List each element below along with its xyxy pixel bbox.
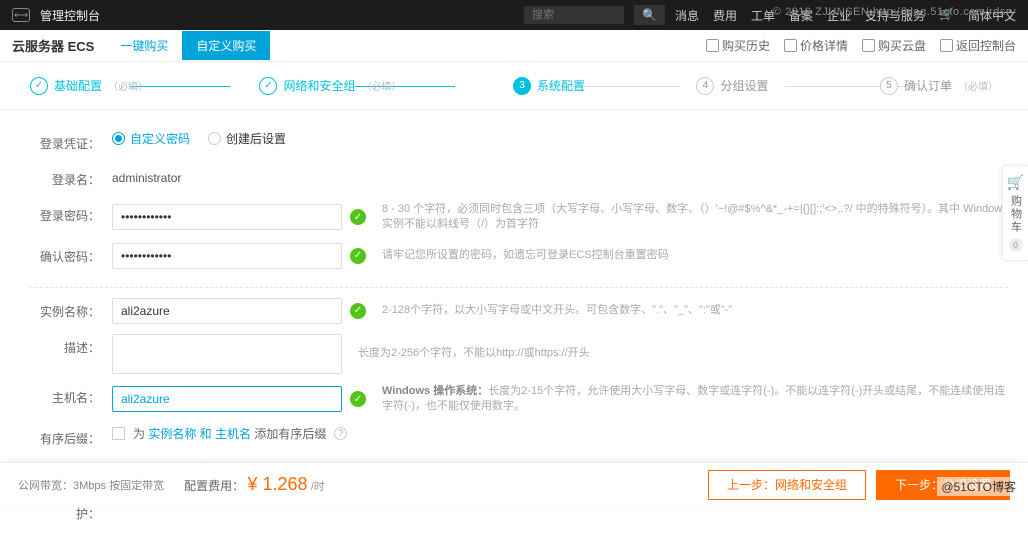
label-desc: 描述： [30,334,100,356]
console-title: 管理控制台 [40,7,100,24]
search-input[interactable] [524,6,624,24]
history-icon [706,39,719,52]
cart-badge: 0 [1009,238,1023,252]
suffix-checkbox[interactable] [112,427,125,440]
label-confirm: 确认密码： [30,243,100,265]
nav-backup[interactable]: 备案 [789,7,813,24]
check-icon [350,391,366,407]
suffix-link[interactable]: 实例名称 和 主机名 [148,427,254,441]
label-hostname: 主机名： [30,384,100,406]
console-icon [940,39,953,52]
product-bar: 云服务器 ECS 一键购买 自定义购买 购买历史 价格详情 购买云盘 返回控制台 [0,30,1028,62]
price-suffix: /时 [311,481,325,493]
cart-widget[interactable]: 🛒 购物车 0 [1002,165,1028,261]
label-credential: 登录凭证： [30,130,100,152]
steps-bar: 基础配置（必填） 网络和安全组（必填） 3系统配置 4分组设置 5确认订单（必填… [0,62,1028,110]
tab-quick-buy[interactable]: 一键购买 [106,31,182,60]
tab-custom-buy[interactable]: 自定义购买 [182,31,270,60]
radio-dot-icon [208,132,221,145]
watermark-bottom: @51CTO博客 [937,477,1020,496]
cart-label: 购物车 [1008,195,1024,234]
cart-icon: 🛒 [1006,174,1025,191]
logo-icon [12,8,30,22]
footer-bandwidth: 公网带宽：3Mbps 按固定带宽 [18,477,164,493]
confirm-hint: 请牢记您所设置的密码，如遗忘可登录ECS控制台重置密码 [382,248,1008,263]
top-nav: 消息 费用 工单 备案 企业 支持与服务 🛒 简体中文 [675,7,1016,24]
label-login-name: 登录名： [30,166,100,188]
nav-lang[interactable]: 简体中文 [968,7,1016,24]
top-bar: 管理控制台 🔍 消息 费用 工单 备案 企业 支持与服务 🛒 简体中文 [0,0,1028,30]
label-instance-name: 实例名称： [30,298,100,320]
label-suffix: 有序后缀： [30,425,100,447]
radio-set-later[interactable]: 创建后设置 [208,130,286,147]
desc-hint: 长度为2-256个字符，不能以http://或https://开头 [358,346,1008,361]
price-label: 配置费用： [184,479,244,493]
password-hint: 8 - 30 个字符，必须同时包含三项（大写字母、小写字母、数字、（）'~!@#… [382,202,1008,233]
nav-fee[interactable]: 费用 [713,7,737,24]
step-2[interactable]: 网络和安全组（必填） [259,77,401,95]
login-name-value: administrator [112,166,181,185]
desc-textarea[interactable] [112,334,342,374]
radio-dot-icon [112,132,125,145]
tool-disk[interactable]: 购买云盘 [862,37,926,54]
right-tools: 购买历史 价格详情 购买云盘 返回控制台 [706,37,1016,54]
step-5[interactable]: 5确认订单（必填） [880,77,998,95]
nav-support[interactable]: 支持与服务 [865,7,925,24]
step-4[interactable]: 4分组设置 [696,77,768,95]
nav-cart-icon[interactable]: 🛒 [939,7,954,24]
instance-name-input[interactable] [112,298,342,324]
help-icon[interactable] [334,427,347,440]
nav-order[interactable]: 工单 [751,7,775,24]
confirm-password-input[interactable] [112,243,342,269]
check-icon [350,248,366,264]
tool-history[interactable]: 购买历史 [706,37,770,54]
radio-custom-password[interactable]: 自定义密码 [112,130,190,147]
step-3[interactable]: 3系统配置 [513,77,585,95]
search-icon[interactable]: 🔍 [634,5,665,25]
price-value: ¥ 1.268 [247,474,307,494]
hostname-hint: Windows 操作系统：长度为2-15个字符，允许使用大小写字母、数字或连字符… [382,384,1008,415]
nav-enterprise[interactable]: 企业 [827,7,851,24]
form-area: 登录凭证： 自定义密码 创建后设置 登录名： administrator 登录密… [0,110,1028,470]
tool-price[interactable]: 价格详情 [784,37,848,54]
prev-button[interactable]: 上一步：网络和安全组 [708,470,866,500]
instance-name-hint: 2-128个字符，以大小写字母或中文开头。可包含数字、"."、"_"、":"或"… [382,303,1008,318]
disk-icon [862,39,875,52]
label-password: 登录密码： [30,202,100,224]
password-input[interactable] [112,204,342,230]
nav-msg[interactable]: 消息 [675,7,699,24]
hostname-input[interactable] [112,386,342,412]
check-icon [350,303,366,319]
product-name: 云服务器 ECS [12,36,94,55]
tool-console[interactable]: 返回控制台 [940,37,1016,54]
price-icon [784,39,797,52]
check-icon [350,209,366,225]
footer-bar: 公网带宽：3Mbps 按固定带宽 配置费用： ¥ 1.268 /时 上一步：网络… [0,462,1028,506]
step-1[interactable]: 基础配置（必填） [30,77,148,95]
